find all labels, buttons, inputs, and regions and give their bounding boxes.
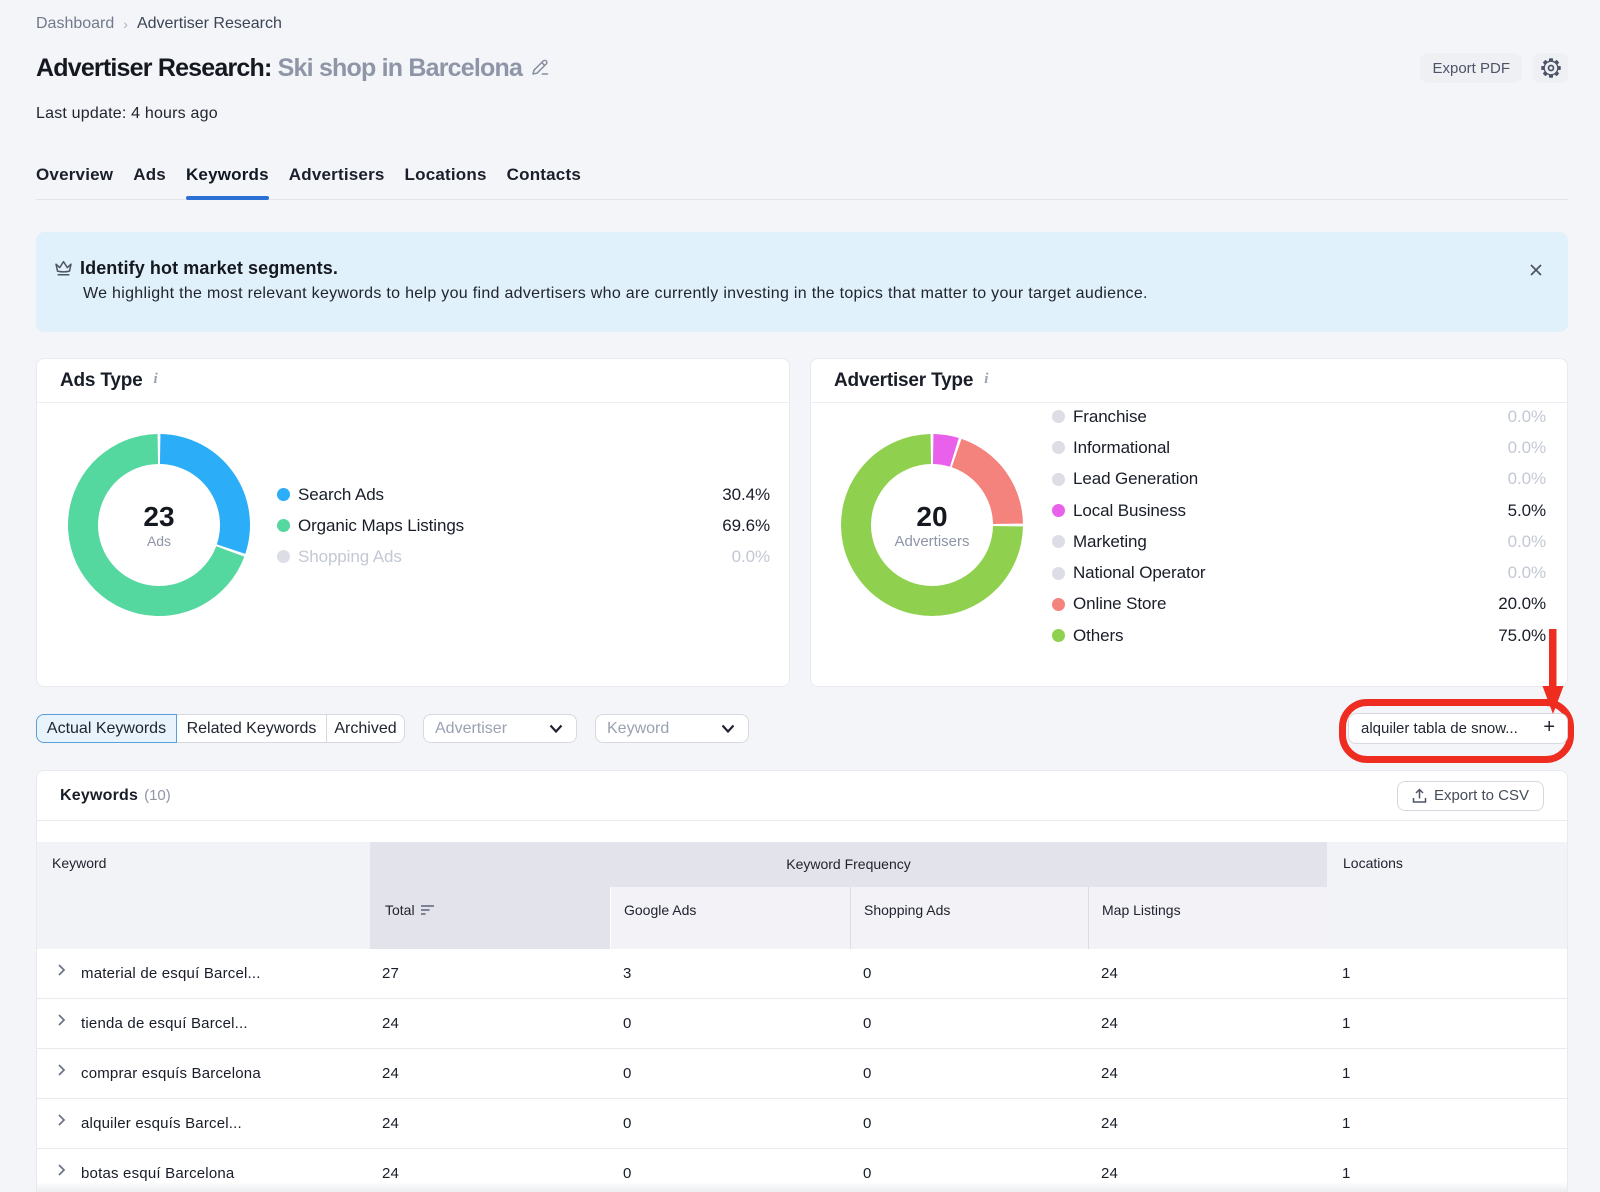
svg-text:23: 23 xyxy=(143,501,174,532)
svg-text:Ads: Ads xyxy=(147,533,171,549)
svg-text:Advertisers: Advertisers xyxy=(894,533,969,550)
svg-text:20: 20 xyxy=(916,501,947,532)
